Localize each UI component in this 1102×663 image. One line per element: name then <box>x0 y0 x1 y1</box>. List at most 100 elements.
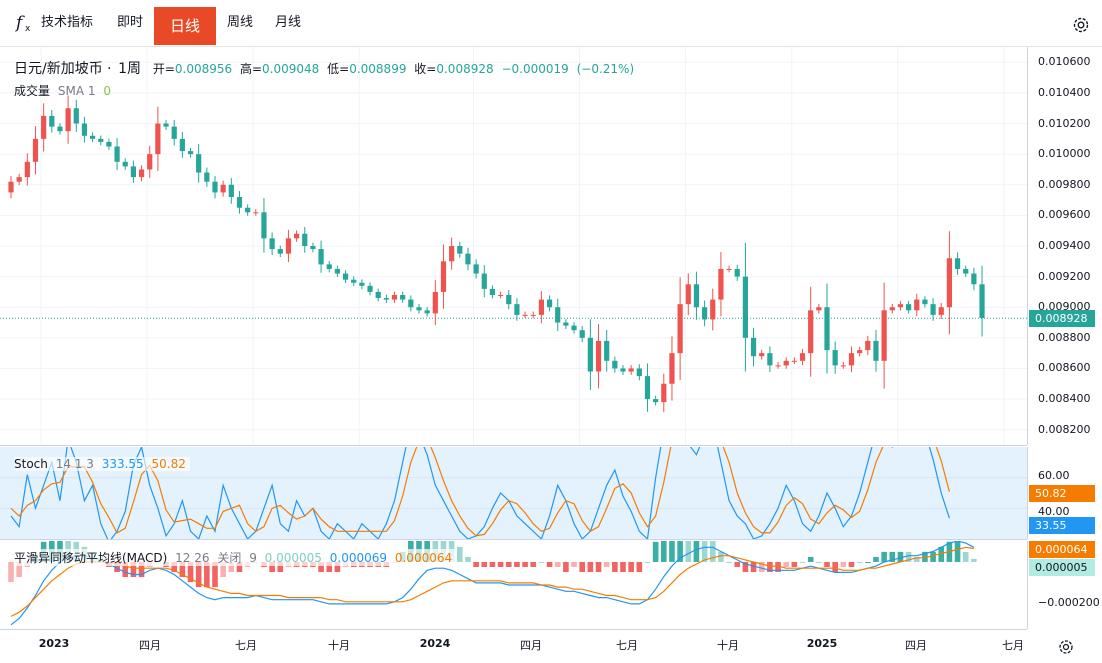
macd-name: 平滑异同移动平均线(MACD) <box>14 551 168 565</box>
macd-line-value: 0.000069 <box>329 551 388 565</box>
candle-body <box>440 261 447 292</box>
svg-text:f: f <box>14 13 25 33</box>
indicators-button[interactable]: 技术指标 <box>41 9 93 37</box>
macd-histogram-bar <box>856 561 863 563</box>
candle-body <box>41 115 47 139</box>
candle-body <box>848 353 855 366</box>
candle-body <box>130 166 136 178</box>
macd-histogram-bar <box>473 561 479 567</box>
candle-body <box>930 304 936 315</box>
time-axis-tick: 四月 <box>139 639 161 652</box>
candle-body <box>90 135 96 139</box>
candle-body <box>791 360 797 362</box>
candle-body <box>530 314 536 316</box>
price-axis-tick: 0.010200 <box>1038 116 1091 130</box>
open-value: 0.008956 <box>174 62 233 76</box>
candle-body <box>465 253 471 265</box>
interval-weekly-button[interactable]: 周线 <box>227 9 253 37</box>
candle-body <box>400 294 406 300</box>
candle-body <box>595 340 602 372</box>
macd-histogram-bar <box>791 561 798 567</box>
stochastic-axis[interactable]: 60.00 40.00 50.82 33.55 <box>1027 447 1102 539</box>
price-axis[interactable]: 0.010600 0.010400 0.010200 0.010000 0.009800… <box>1027 47 1102 445</box>
candlestick-chart[interactable] <box>0 47 1027 445</box>
candle-body <box>718 268 724 300</box>
volume-ma-label: SMA 1 <box>57 84 96 98</box>
candle-body <box>783 360 789 366</box>
macd-signal-tag: 0.000064 <box>1029 541 1095 558</box>
candle-body <box>906 304 912 311</box>
interval-monthly-button[interactable]: 月线 <box>275 9 301 37</box>
macd-histogram-bar <box>669 541 675 562</box>
interval-daily-button[interactable]: 日线 <box>154 7 216 45</box>
macd-axis[interactable]: 0.000064 0.000005 −0.000200 <box>1027 541 1102 629</box>
interval-intraday-button[interactable]: 即时 <box>117 9 143 37</box>
candle-body <box>840 365 846 367</box>
stoch-axis-tick-60: 60.00 <box>1038 469 1070 482</box>
candle-body <box>555 307 561 323</box>
stoch-d-tag: 50.82 <box>1029 485 1095 502</box>
macd-histogram-bar <box>685 541 692 562</box>
price-axis-tick: 0.008400 <box>1038 392 1091 406</box>
macd-hist-tag: 0.000005 <box>1029 559 1095 576</box>
macd-histogram-bar <box>840 561 847 567</box>
candle-body <box>963 268 969 274</box>
candle-body <box>73 108 79 124</box>
candle-body <box>873 340 879 361</box>
macd-histogram-bar <box>579 561 585 573</box>
stochastic-pane[interactable]: Stoch 14 1 3 333.55 50.82 <box>0 447 1027 540</box>
gear-icon[interactable] <box>1071 15 1091 35</box>
macd-histogram-bar <box>628 561 634 573</box>
candle-body <box>816 307 822 311</box>
macd-histogram-bar <box>954 541 961 562</box>
candle-body <box>359 282 365 286</box>
macd-histogram-bar <box>538 561 545 563</box>
candle-body <box>449 246 455 262</box>
price-axis-tick: 0.009400 <box>1038 239 1091 252</box>
candle-body <box>49 115 55 127</box>
macd-histogram-bar <box>636 561 643 573</box>
candle-body <box>432 291 438 314</box>
price-axis-tick: 0.010000 <box>1038 147 1091 161</box>
macd-histogram-bar <box>522 561 528 567</box>
symbol-name: 日元/新加坡币 <box>14 61 103 77</box>
chart-settings-gear-icon[interactable] <box>1056 637 1076 657</box>
svg-text:x: x <box>25 24 31 34</box>
price-axis-tick: 0.008600 <box>1038 361 1091 375</box>
macd-histogram-bar <box>465 556 471 562</box>
candle-body <box>538 299 544 315</box>
time-axis[interactable]: 2023 四月 七月 十月 2024 四月 七月 十月 2025 四月 七月 <box>0 630 1027 663</box>
price-pane[interactable]: 日元/新加坡币 · 1周 开=0.008956 高=0.009048 低=0.0… <box>0 47 1027 446</box>
close-label: 收= <box>414 62 437 76</box>
macd-pane[interactable]: 平滑异同移动平均线(MACD) 12 26 关闭 9 0.000005 0.00… <box>0 541 1027 630</box>
legend-separator: · <box>102 61 117 77</box>
macd-hist-value: 0.000005 <box>264 551 322 565</box>
candle-body <box>514 304 520 315</box>
open-label: 开= <box>152 62 175 76</box>
candle-body <box>587 337 593 372</box>
stoch-k-tag: 33.55 <box>1029 517 1095 534</box>
price-axis-tick: 0.009600 <box>1038 208 1091 222</box>
time-axis-tick: 十月 <box>328 639 350 652</box>
macd-histogram-bar <box>8 561 14 583</box>
macd-histogram-bar <box>824 561 830 567</box>
candle-body <box>914 299 920 311</box>
candle-body <box>922 299 928 305</box>
function-fx-icon[interactable]: f x <box>14 12 34 34</box>
macd-signal-length: 9 <box>249 551 257 565</box>
candle-body <box>750 337 757 357</box>
candle-body <box>604 340 610 361</box>
candle-body <box>424 310 430 314</box>
candle-body <box>171 126 177 139</box>
macd-source: 关闭 <box>217 551 242 565</box>
candle-body <box>498 294 504 296</box>
chart-app: f x 技术指标 即时 日线 周线 月线 日元/新加坡币 · 1周 开=0.00… <box>0 0 1102 663</box>
price-axis-tick: 0.008800 <box>1038 330 1091 344</box>
change-value: −0.000019 <box>501 62 569 76</box>
candle-body <box>269 238 275 250</box>
candle-body <box>375 291 381 299</box>
candle-body <box>122 161 128 167</box>
time-axis-tick: 2024 <box>419 637 451 650</box>
candle-body <box>669 353 675 384</box>
candle-body <box>391 294 398 300</box>
